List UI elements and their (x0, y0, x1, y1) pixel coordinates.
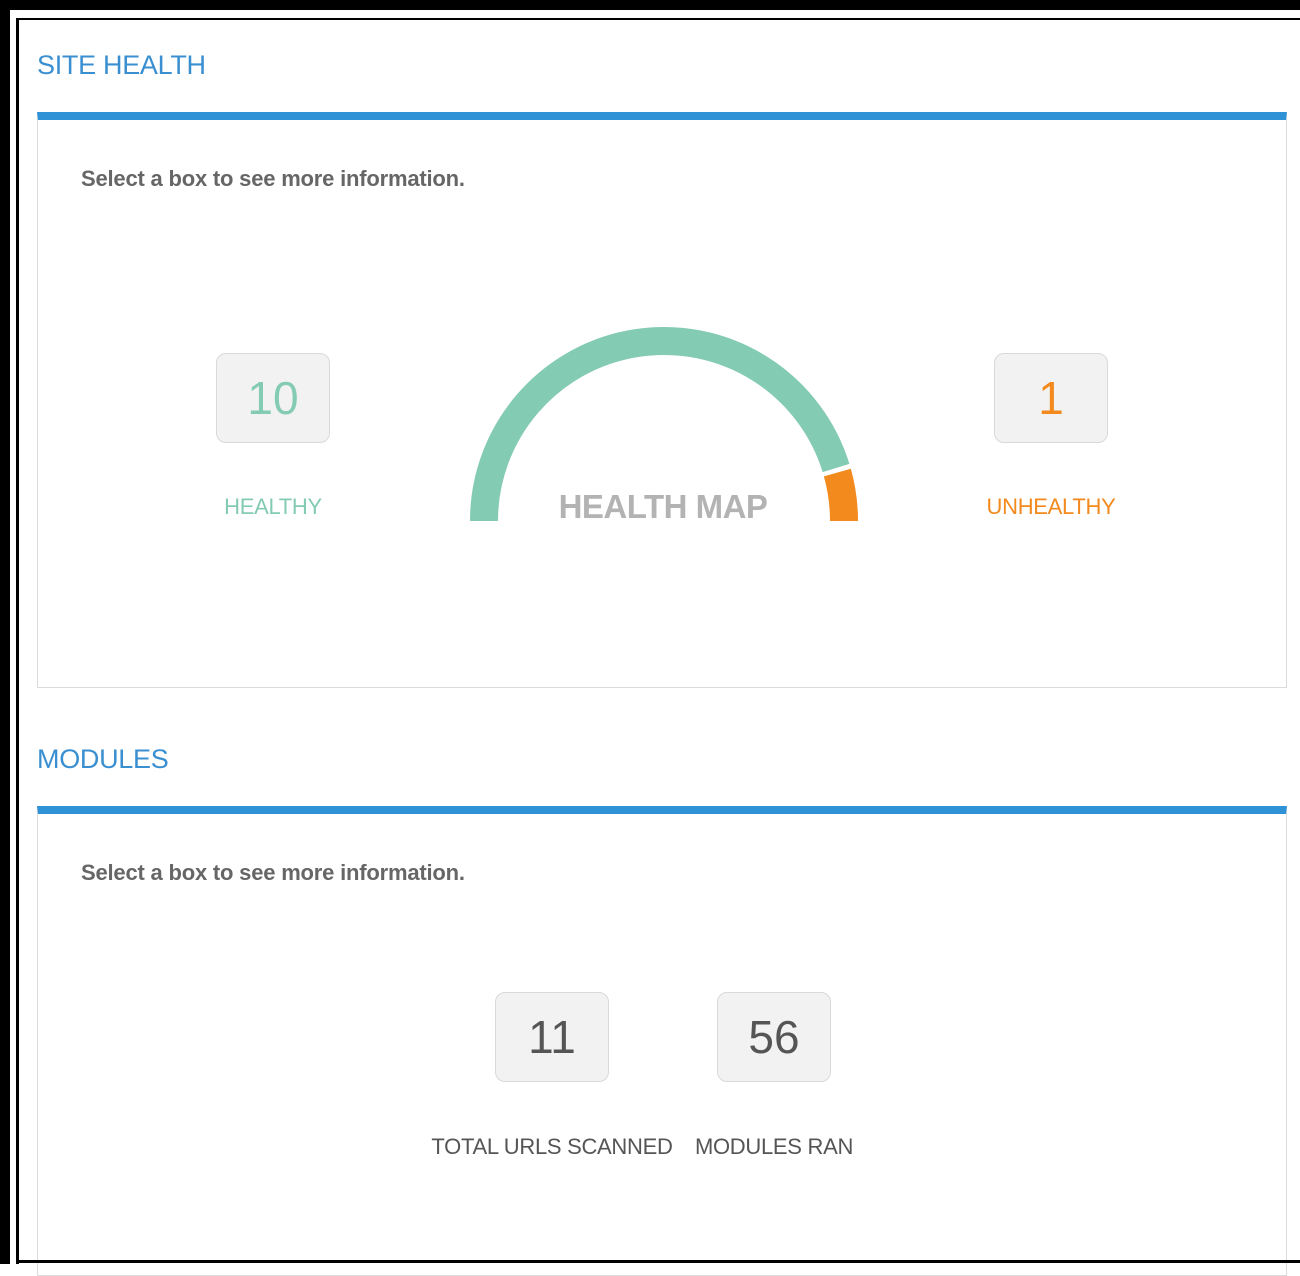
total-urls-box[interactable]: 11 (495, 992, 609, 1082)
site-health-panel: Select a box to see more information. 10… (37, 112, 1287, 688)
site-health-title: SITE HEALTH (37, 50, 206, 80)
site-health-hint: Select a box to see more information. (81, 166, 465, 191)
content-border-top (16, 18, 1300, 20)
content-border-left (16, 18, 19, 1264)
unhealthy-label: UNHEALTHY (986, 494, 1116, 519)
modules-hint: Select a box to see more information. (81, 860, 465, 885)
window-frame-left (0, 0, 10, 1264)
window-frame-top (0, 0, 1300, 10)
modules-ran-box[interactable]: 56 (717, 992, 831, 1082)
healthy-label: HEALTHY (224, 494, 322, 519)
health-map-label: HEALTH MAP (558, 488, 768, 525)
modules-title: MODULES (37, 744, 169, 774)
modules-ran-label: MODULES RAN (694, 1134, 854, 1159)
healthy-count-box[interactable]: 10 (216, 353, 330, 443)
content-border-bottom (16, 1260, 1300, 1263)
unhealthy-count-box[interactable]: 1 (994, 353, 1108, 443)
modules-panel: Select a box to see more information. 11… (37, 806, 1287, 1276)
total-urls-label: TOTAL URLS SCANNED (431, 1134, 673, 1159)
